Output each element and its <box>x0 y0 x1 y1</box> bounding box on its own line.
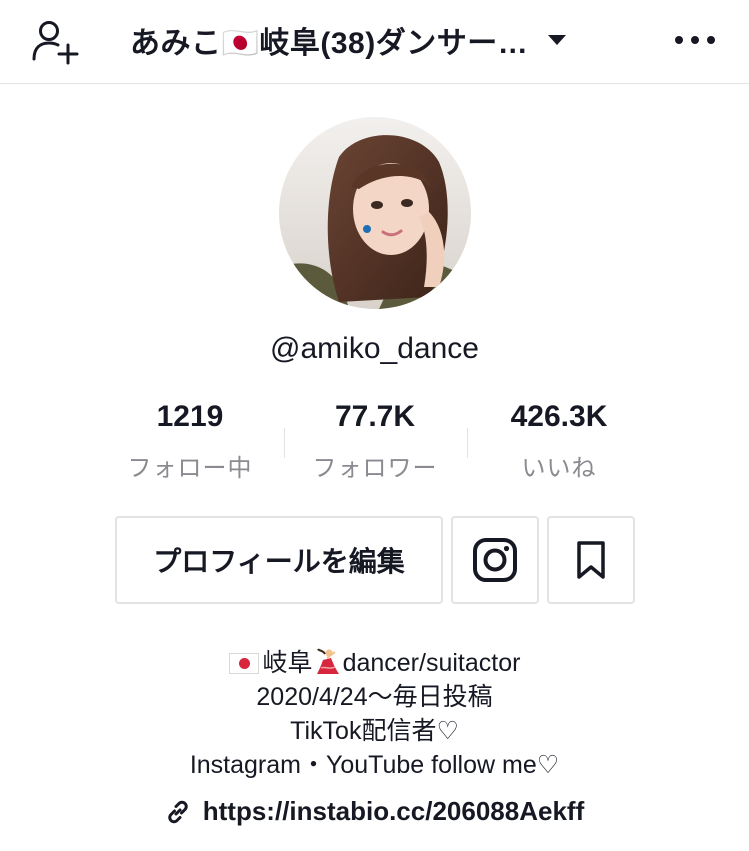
username: @amiko_dance <box>270 332 479 365</box>
add-friend-button[interactable] <box>28 16 84 68</box>
following-count: 1219 <box>156 400 224 433</box>
edit-profile-button[interactable]: プロフィールを編集 <box>115 516 443 604</box>
followers-stat[interactable]: 77.7K フォロワー <box>290 400 460 483</box>
profile-page: あみこ🇯🇵岐阜(38)ダンサー… @amiko_dance 1219 フォロー中… <box>0 0 749 851</box>
link-text: https://instabio.cc/206088Aekff <box>202 796 585 826</box>
account-switcher[interactable]: あみこ🇯🇵岐阜(38)ダンサー… <box>130 16 630 64</box>
bookmark-icon <box>577 541 605 579</box>
bio-roles: dancer/suitactor <box>342 649 521 677</box>
instagram-button[interactable] <box>451 516 539 604</box>
following-label: フォロー中 <box>127 455 253 482</box>
top-bar: あみこ🇯🇵岐阜(38)ダンサー… <box>0 0 749 84</box>
likes-count: 426.3K <box>510 400 608 433</box>
avatar-photo <box>279 117 471 309</box>
person-add-icon <box>32 21 79 65</box>
bio: 岐阜 dancer/suitactor 2020/4/24〜毎日投稿 TikTo… <box>0 646 749 782</box>
link-icon <box>168 800 188 823</box>
stat-divider <box>467 428 468 458</box>
bio-line-1: 岐阜 dancer/suitactor <box>0 646 749 680</box>
followers-label: フォロワー <box>312 455 438 482</box>
stat-divider <box>284 428 285 458</box>
bio-line-3: TikTok配信者♡ <box>290 717 459 745</box>
bio-line-2: 2020/4/24〜毎日投稿 <box>256 683 493 711</box>
more-horizontal-icon <box>675 36 715 44</box>
bio-location: 岐阜 <box>262 649 313 677</box>
dancer-icon <box>316 648 339 674</box>
page-title: あみこ🇯🇵岐阜(38)ダンサー… <box>130 27 529 60</box>
likes-label: いいね <box>521 455 597 482</box>
instagram-icon <box>473 538 517 582</box>
avatar[interactable] <box>279 117 471 309</box>
favorites-button[interactable] <box>547 516 635 604</box>
more-options-button[interactable] <box>668 20 722 60</box>
japan-flag-icon <box>228 653 259 674</box>
bio-link[interactable]: https://instabio.cc/206088Aekff <box>0 796 749 827</box>
bio-line-4: Instagram・YouTube follow me♡ <box>189 751 560 779</box>
followers-count: 77.7K <box>334 400 416 433</box>
caret-down-icon <box>546 27 572 53</box>
likes-stat[interactable]: 426.3K いいね <box>474 400 644 483</box>
following-stat[interactable]: 1219 フォロー中 <box>105 400 275 483</box>
